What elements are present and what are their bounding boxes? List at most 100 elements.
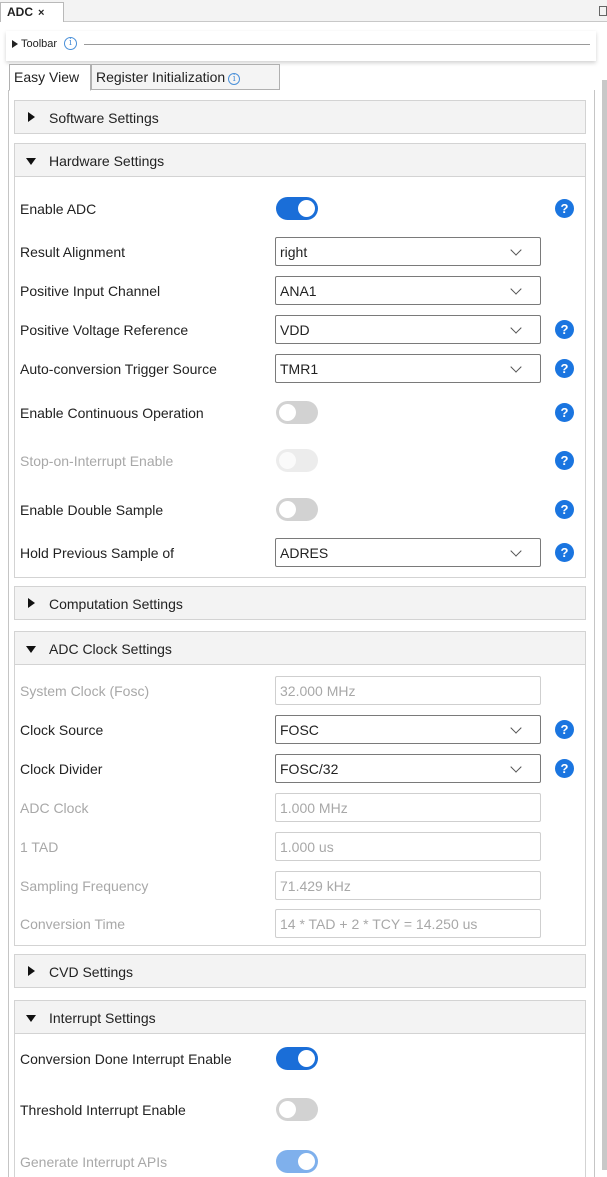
- tab-register-initialization[interactable]: Register Initialization i: [91, 64, 280, 90]
- enable-continuous-operation-toggle[interactable]: [276, 401, 318, 424]
- conversion-time-label: Conversion Time: [20, 916, 126, 932]
- hold-previous-sample-value: ADRES: [280, 545, 329, 561]
- chevron-down-icon: [510, 545, 522, 557]
- row-result-alignment: Result Alignment right: [15, 237, 587, 267]
- interrupt-settings-body: Conversion Done Interrupt Enable Thresho…: [14, 1034, 586, 1177]
- section-computation-settings[interactable]: Computation Settings: [14, 586, 586, 620]
- tab-easy-view[interactable]: Easy View: [9, 64, 91, 91]
- help-icon[interactable]: ?: [555, 759, 574, 778]
- vertical-scrollbar[interactable]: [602, 70, 607, 1177]
- threshold-interrupt-label: Threshold Interrupt Enable: [20, 1102, 186, 1118]
- close-tab-icon[interactable]: ×: [38, 7, 44, 19]
- tab-easy-view-label: Easy View: [14, 69, 80, 85]
- result-alignment-select[interactable]: right: [275, 237, 541, 266]
- section-adc-clock-settings[interactable]: ADC Clock Settings: [14, 631, 586, 665]
- result-alignment-label: Result Alignment: [20, 244, 126, 260]
- generate-interrupt-apis-label: Generate Interrupt APIs: [20, 1154, 168, 1170]
- row-conversion-done-interrupt: Conversion Done Interrupt Enable: [15, 1044, 587, 1074]
- chevron-down-icon: [510, 722, 522, 734]
- row-system-clock: System Clock (Fosc) 32.000 MHz: [15, 676, 587, 706]
- tab-register-initialization-label: Register Initialization: [96, 69, 226, 85]
- adc-clock-settings-body: System Clock (Fosc) 32.000 MHz Clock Sou…: [14, 665, 586, 946]
- toolbar-label[interactable]: Toolbar: [21, 38, 57, 50]
- clock-source-select[interactable]: FOSC: [275, 715, 541, 744]
- section-title: Computation Settings: [49, 596, 183, 612]
- chevron-down-icon: [510, 361, 522, 373]
- result-alignment-value: right: [280, 244, 308, 260]
- help-icon[interactable]: ?: [555, 403, 574, 422]
- positive-input-channel-value: ANA1: [280, 283, 317, 299]
- document-tab-title: ADC: [7, 5, 33, 19]
- positive-input-channel-select[interactable]: ANA1: [275, 276, 541, 305]
- expand-icon: [28, 966, 35, 976]
- conversion-done-interrupt-toggle[interactable]: [276, 1047, 318, 1070]
- help-icon[interactable]: ?: [555, 359, 574, 378]
- help-icon[interactable]: ?: [555, 500, 574, 519]
- row-positive-voltage-reference: Positive Voltage Reference VDD ?: [15, 315, 587, 345]
- collapse-icon: [26, 646, 36, 653]
- register-info-icon[interactable]: i: [228, 73, 241, 85]
- chevron-down-icon: [510, 244, 522, 256]
- collapse-icon: [26, 1015, 36, 1022]
- help-icon[interactable]: ?: [555, 543, 574, 562]
- help-icon[interactable]: ?: [555, 720, 574, 739]
- enable-double-sample-toggle[interactable]: [276, 498, 318, 521]
- expand-icon: [28, 598, 35, 608]
- section-title: Software Settings: [49, 110, 159, 126]
- help-icon[interactable]: ?: [555, 320, 574, 339]
- stop-on-interrupt-label: Stop-on-Interrupt Enable: [20, 453, 174, 469]
- chevron-down-icon: [510, 761, 522, 773]
- row-enable-double-sample: Enable Double Sample ?: [15, 495, 587, 525]
- enable-continuous-operation-label: Enable Continuous Operation: [20, 405, 204, 421]
- tad-field: 1.000 us: [275, 832, 541, 861]
- row-hold-previous-sample: Hold Previous Sample of ADRES ?: [15, 538, 587, 568]
- help-icon[interactable]: ?: [555, 451, 574, 470]
- clock-source-label: Clock Source: [20, 722, 104, 738]
- clock-divider-select[interactable]: FOSC/32: [275, 754, 541, 783]
- row-generate-interrupt-apis: Generate Interrupt APIs: [15, 1147, 587, 1177]
- system-clock-label: System Clock (Fosc): [20, 683, 150, 699]
- hardware-settings-body: Enable ADC ? Result Alignment right Posi…: [14, 177, 586, 578]
- document-tab-adc[interactable]: ADC ×: [0, 2, 64, 22]
- sampling-frequency-field: 71.429 kHz: [275, 871, 541, 900]
- expand-icon: [28, 112, 35, 122]
- toolbar-info-icon[interactable]: i: [64, 37, 77, 50]
- scrollbar-thumb[interactable]: [602, 80, 607, 1170]
- row-auto-conversion-trigger: Auto-conversion Trigger Source TMR1 ?: [15, 354, 587, 384]
- auto-conversion-trigger-select[interactable]: TMR1: [275, 354, 541, 383]
- row-stop-on-interrupt: Stop-on-Interrupt Enable ?: [15, 446, 587, 476]
- clock-divider-value: FOSC/32: [280, 761, 339, 777]
- threshold-interrupt-toggle[interactable]: [276, 1098, 318, 1121]
- section-title: ADC Clock Settings: [49, 641, 172, 657]
- row-clock-divider: Clock Divider FOSC/32 ?: [15, 754, 587, 784]
- hold-previous-sample-select[interactable]: ADRES: [275, 538, 541, 567]
- help-icon[interactable]: ?: [555, 199, 574, 218]
- positive-voltage-reference-select[interactable]: VDD: [275, 315, 541, 344]
- adc-clock-field: 1.000 MHz: [275, 793, 541, 822]
- chevron-down-icon: [510, 283, 522, 295]
- section-interrupt-settings[interactable]: Interrupt Settings: [14, 1000, 586, 1034]
- section-hardware-settings[interactable]: Hardware Settings: [14, 143, 586, 177]
- section-title: Interrupt Settings: [49, 1010, 156, 1026]
- toolbar-divider: [84, 44, 590, 45]
- row-1-tad: 1 TAD 1.000 us: [15, 832, 587, 862]
- collapse-icon: [26, 158, 36, 165]
- row-enable-adc: Enable ADC ?: [15, 194, 587, 224]
- enable-adc-toggle[interactable]: [276, 197, 318, 220]
- row-threshold-interrupt: Threshold Interrupt Enable: [15, 1095, 587, 1125]
- settings-panel: Software Settings Hardware Settings Enab…: [8, 90, 595, 1177]
- section-title: CVD Settings: [49, 964, 134, 980]
- section-software-settings[interactable]: Software Settings: [14, 100, 586, 134]
- enable-adc-label: Enable ADC: [20, 201, 97, 217]
- expand-toolbar-icon[interactable]: [12, 40, 18, 48]
- conversion-time-field: 14 * TAD + 2 * TCY = 14.250 us: [275, 909, 541, 938]
- restore-window-icon[interactable]: [599, 6, 607, 16]
- row-clock-source: Clock Source FOSC ?: [15, 715, 587, 745]
- clock-source-value: FOSC: [280, 722, 319, 738]
- section-cvd-settings[interactable]: CVD Settings: [14, 954, 586, 988]
- adc-clock-label: ADC Clock: [20, 800, 89, 816]
- auto-conversion-trigger-value: TMR1: [280, 361, 319, 377]
- hold-previous-sample-label: Hold Previous Sample of: [20, 545, 175, 561]
- row-sampling-frequency: Sampling Frequency 71.429 kHz: [15, 871, 587, 901]
- chevron-down-icon: [510, 322, 522, 334]
